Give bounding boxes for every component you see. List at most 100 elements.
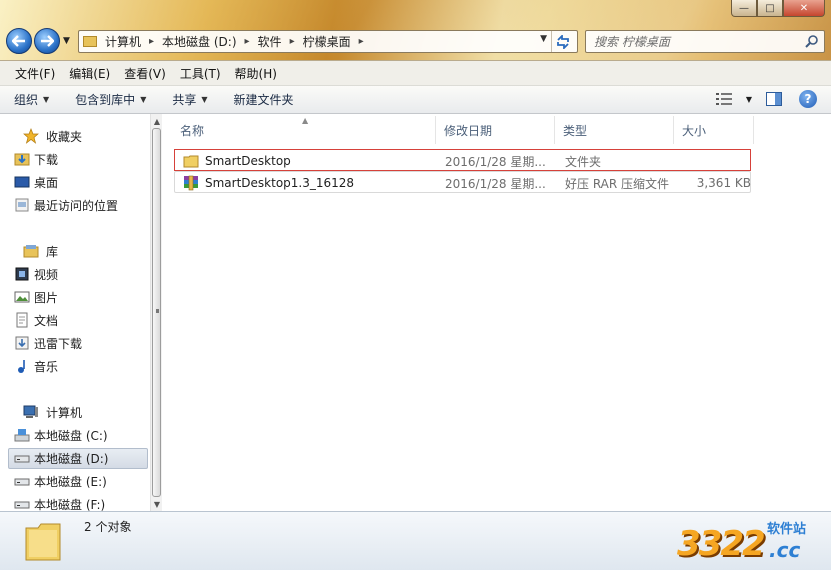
sidebar-item-drive-e[interactable]: 本地磁盘 (E:) <box>14 471 107 491</box>
sort-ascending-icon: ▲ <box>302 116 309 125</box>
breadcrumb-label: 柠檬桌面 <box>302 35 351 49</box>
column-label: 修改日期 <box>444 123 493 138</box>
star-icon <box>23 128 39 144</box>
archive-icon <box>184 175 198 191</box>
view-dropdown-icon[interactable]: ▼ <box>743 90 755 108</box>
close-button[interactable]: ✕ <box>783 0 825 17</box>
preview-pane-icon[interactable] <box>763 90 785 108</box>
column-label: 名称 <box>180 123 205 138</box>
chevron-right-icon[interactable]: ▸ <box>290 36 295 47</box>
sidebar-group-libraries[interactable]: 库 <box>23 241 58 261</box>
breadcrumb-software[interactable]: 软件 ▸ <box>258 33 295 50</box>
sidebar-item-desktop[interactable]: 桌面 <box>14 172 58 192</box>
sidebar-item-downloads[interactable]: 下载 <box>14 149 59 169</box>
navigation-pane: 收藏夹 下载 桌面 最近访问的位置 库 视频 图片 文档 迅雷下载 音乐 计算机 <box>0 114 150 511</box>
menu-file[interactable]: 文件(F) <box>8 65 62 82</box>
scrollbar-grip <box>156 309 159 313</box>
breadcrumb-computer[interactable]: 计算机 ▸ <box>105 33 154 50</box>
recent-pages-dropdown-icon[interactable]: ▼ <box>63 36 73 46</box>
breadcrumb-label: 本地磁盘 (D:) <box>162 35 237 49</box>
breadcrumb-drive-d[interactable]: 本地磁盘 (D:) ▸ <box>162 33 250 50</box>
toolbar-right: ▼ ? <box>705 90 817 108</box>
desktop-icon <box>14 176 30 188</box>
drive-icon <box>14 478 30 486</box>
menu-help[interactable]: 帮助(H) <box>228 65 284 82</box>
search-placeholder: 搜索 柠檬桌面 <box>594 35 670 49</box>
sidebar-item-label: 图片 <box>34 290 59 305</box>
help-icon[interactable]: ? <box>799 90 817 108</box>
chevron-down-icon: ▼ <box>140 95 147 104</box>
include-label: 包含到库中 <box>75 93 136 107</box>
downloads-library-icon <box>15 336 29 350</box>
sidebar-group-computer[interactable]: 计算机 <box>23 402 82 422</box>
sidebar-item-recent-places[interactable]: 最近访问的位置 <box>15 195 118 215</box>
organize-button[interactable]: 组织 ▼ <box>14 91 49 108</box>
file-name: SmartDesktop1.3_16128 <box>205 176 355 190</box>
sidebar-item-drive-c[interactable]: 本地磁盘 (C:) <box>14 425 108 445</box>
file-size <box>655 150 751 172</box>
back-arrow-icon[interactable] <box>6 28 32 54</box>
file-list: 名称 ▲ 修改日期 类型 大小 SmartDesktop 2016/1/28 星… <box>162 114 831 511</box>
sidebar-item-pictures[interactable]: 图片 <box>14 287 59 307</box>
library-icon <box>23 245 39 258</box>
item-count: 2 个对象 <box>84 520 132 534</box>
chevron-down-icon: ▼ <box>43 95 50 104</box>
sidebar-item-drive-f[interactable]: 本地磁盘 (F:) <box>14 494 106 512</box>
chevron-down-icon: ▼ <box>201 95 208 104</box>
search-input[interactable]: 搜索 柠檬桌面 <box>585 30 825 53</box>
view-options-icon[interactable] <box>713 90 735 108</box>
sidebar-scrollbar[interactable]: ▲ ▼ <box>150 114 162 511</box>
column-size[interactable]: 大小 <box>674 116 754 144</box>
sidebar-item-label: 本地磁盘 (F:) <box>34 497 106 512</box>
column-date[interactable]: 修改日期 <box>436 116 555 144</box>
new-folder-button[interactable]: 新建文件夹 <box>234 91 294 108</box>
chevron-right-icon[interactable]: ▸ <box>149 36 154 47</box>
file-date: 2016/1/28 星期... <box>445 176 546 191</box>
sidebar-item-documents[interactable]: 文档 <box>16 310 58 330</box>
recent-places-icon <box>15 198 29 212</box>
sidebar-item-videos[interactable]: 视频 <box>15 264 59 284</box>
details-pane: 2 个对象 软件站 3322 .cc <box>0 511 831 570</box>
column-headers: 名称 ▲ 修改日期 类型 大小 <box>162 116 831 144</box>
table-row[interactable]: SmartDesktop 2016/1/28 星期... 文件夹 <box>174 149 751 171</box>
sidebar-item-label: 音乐 <box>34 359 59 374</box>
chevron-right-icon[interactable]: ▸ <box>245 36 250 47</box>
watermark-logo: 软件站 3322 .cc <box>677 518 817 566</box>
menu-tools[interactable]: 工具(T) <box>173 65 228 82</box>
menu-edit[interactable]: 编辑(E) <box>62 65 117 82</box>
share-button[interactable]: 共享 ▼ <box>172 91 207 108</box>
breadcrumb-label: 计算机 <box>105 35 142 49</box>
column-name[interactable]: 名称 ▲ <box>162 116 436 144</box>
chevron-right-icon[interactable]: ▸ <box>359 36 364 47</box>
search-icon[interactable] <box>804 33 820 49</box>
column-type[interactable]: 类型 <box>555 116 674 144</box>
menu-bar: 文件(F) 编辑(E) 查看(V) 工具(T) 帮助(H) <box>0 60 831 85</box>
sidebar-group-favorites[interactable]: 收藏夹 <box>23 126 83 146</box>
maximize-button[interactable]: □ <box>757 0 783 17</box>
sidebar-item-label: 下载 <box>34 152 59 167</box>
organize-label: 组织 <box>14 93 39 107</box>
file-type: 文件夹 <box>565 154 602 169</box>
minimize-button[interactable]: — <box>731 0 757 17</box>
breadcrumb-lemon-desktop[interactable]: 柠檬桌面 ▸ <box>303 33 364 50</box>
folder-icon <box>83 36 97 47</box>
downloads-folder-icon <box>14 153 30 166</box>
video-icon <box>15 267 29 281</box>
sidebar-item-thunder-downloads[interactable]: 迅雷下载 <box>15 333 83 353</box>
sidebar-item-label: 迅雷下载 <box>34 336 83 351</box>
forward-arrow-icon[interactable] <box>34 28 60 54</box>
sidebar-item-label: 本地磁盘 (C:) <box>34 428 108 443</box>
watermark-number: 3322 <box>677 524 766 564</box>
sidebar-item-music[interactable]: 音乐 <box>18 356 59 376</box>
include-in-library-button[interactable]: 包含到库中 ▼ <box>75 91 146 108</box>
address-history-dropdown-icon[interactable]: ▼ <box>540 34 547 44</box>
address-bar[interactable]: 计算机 ▸ 本地磁盘 (D:) ▸ 软件 ▸ 柠檬桌面 ▸ ▼ <box>78 30 578 53</box>
column-label: 大小 <box>682 123 707 138</box>
menu-view[interactable]: 查看(V) <box>117 65 173 82</box>
refresh-icon[interactable] <box>551 31 573 52</box>
sidebar-item-drive-d[interactable]: 本地磁盘 (D:) <box>14 448 108 468</box>
table-row[interactable]: SmartDesktop1.3_16128 2016/1/28 星期... 好压… <box>174 171 751 193</box>
sidebar-group-label: 收藏夹 <box>46 129 83 144</box>
scrollbar-thumb[interactable] <box>152 128 161 497</box>
sidebar-item-label: 视频 <box>34 267 59 282</box>
